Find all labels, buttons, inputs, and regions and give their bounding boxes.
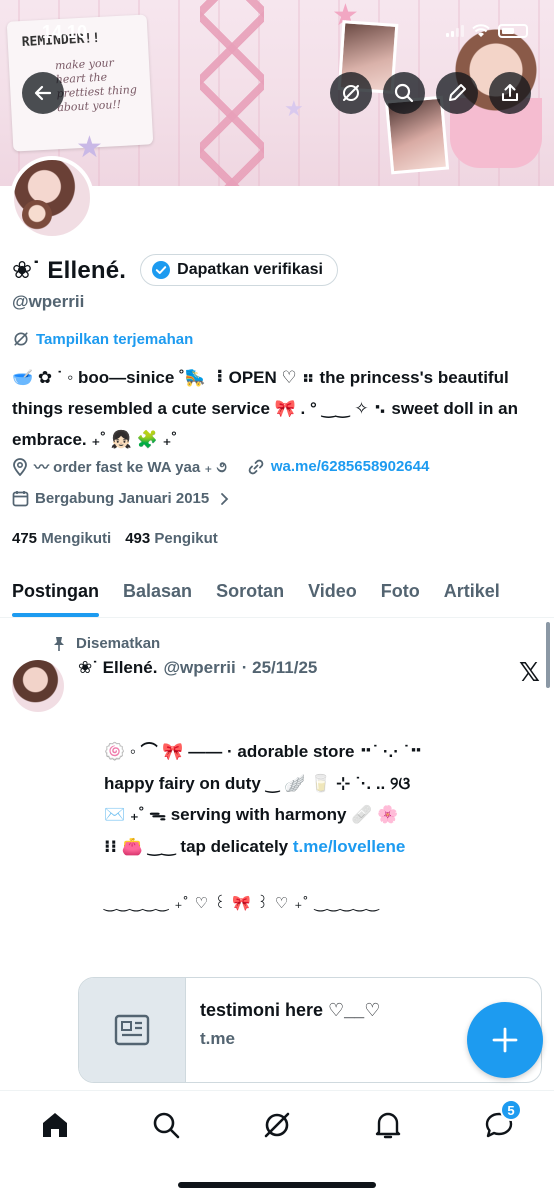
link-icon <box>248 459 264 474</box>
x-logo-icon: 𝕏 <box>519 658 540 688</box>
star-icon: ★ <box>284 96 304 121</box>
profile-name: ❀˙ Ellené. <box>12 256 127 284</box>
messages-badge: 5 <box>500 1099 522 1121</box>
plus-icon <box>492 1027 518 1053</box>
link-title: testimoni here ♡__♡ <box>200 1000 381 1020</box>
followers-count: 493 <box>125 530 151 547</box>
nav-home[interactable] <box>30 1107 80 1143</box>
grok-icon <box>14 332 28 346</box>
nav-search[interactable] <box>141 1107 191 1143</box>
translate-bio-link[interactable]: Tampilkan terjemahan <box>12 330 193 348</box>
pinned-indicator: Disematkan <box>52 635 160 652</box>
nav-grok[interactable] <box>252 1107 302 1143</box>
post-line: ⁝⁝ 👛 ‿‿ tap delicately t.me/lovellene <box>104 831 534 863</box>
search-icon <box>394 83 414 103</box>
grok-button[interactable] <box>330 72 372 114</box>
calendar-icon <box>12 491 29 507</box>
post-author-avatar[interactable] <box>12 660 64 712</box>
post-line: happy fairy on duty ‿ 🪽 🥛 ⊹ ˙·. .. ୨ଓ <box>104 773 411 793</box>
profile-avatar[interactable] <box>10 156 94 240</box>
profile-location: 〰 order fast ke WA yaa ₊ ૭ <box>12 456 227 477</box>
location-pin-icon <box>13 457 27 476</box>
link-text: testimoni here ♡__♡ t.me <box>186 978 380 1082</box>
post-line: 🍥 ◦ ⌒ 🎀 —— · adorable store ⠒˙ ·.· ˙⠒ <box>104 742 423 761</box>
following-count: 475 <box>12 530 38 547</box>
post-author-name[interactable]: ❀˙ Ellené. <box>78 658 157 678</box>
search-button[interactable] <box>383 72 425 114</box>
tab-highlights[interactable]: Sorotan <box>204 566 296 617</box>
post-divider-line: ‿‿‿‿‿ ₊˚ ♡ ꒰ 🎀 ꒱ ♡ ₊˚ ‿‿‿‿‿ <box>104 895 380 912</box>
post-telegram-link[interactable]: t.me/lovellene <box>293 837 405 856</box>
pinned-label: Disematkan <box>76 635 161 652</box>
post-line: ✉️ ₊˚ ᯓ serving with harmony 🩹 🌸 <box>104 805 399 824</box>
website-link[interactable]: wa.me/6285658902644 <box>271 458 429 475</box>
profile-meta-row: 〰 order fast ke WA yaa ₊ ૭ wa.me/6285658… <box>12 456 429 477</box>
notifications-icon <box>375 1112 401 1139</box>
grok-icon <box>343 85 359 101</box>
share-icon <box>502 84 518 101</box>
following-label: Mengikuti <box>41 530 112 547</box>
nav-notifications[interactable] <box>363 1107 413 1143</box>
verified-badge-icon <box>152 261 171 279</box>
link-domain: t.me <box>200 1029 235 1048</box>
profile-handle: @wperrii <box>12 292 85 311</box>
followers-stat[interactable]: 493 Pengikut <box>125 530 218 547</box>
post-author-handle[interactable]: @wperrii <box>163 658 235 678</box>
tab-photos[interactable]: Foto <box>369 566 432 617</box>
edit-button[interactable] <box>436 72 478 114</box>
back-icon <box>34 85 52 101</box>
profile-joined: Bergabung Januari 2015 <box>12 490 229 507</box>
status-time: 14.10 <box>42 22 88 42</box>
profile-joined-row[interactable]: Bergabung Januari 2015 <box>12 490 229 507</box>
chevron-right-icon <box>221 492 229 505</box>
scrollbar[interactable] <box>546 622 550 688</box>
joined-text: Bergabung Januari 2015 <box>35 490 210 507</box>
pin-icon <box>54 636 64 651</box>
wifi-icon <box>472 24 490 37</box>
home-indicator[interactable] <box>178 1182 376 1188</box>
search-icon <box>153 1112 180 1139</box>
tab-replies[interactable]: Balasan <box>111 566 204 617</box>
grok-icon <box>264 1112 290 1138</box>
avatar-sticker <box>22 200 52 230</box>
post-line-text: ⁝⁝ 👛 ‿‿ tap delicately <box>104 836 289 856</box>
share-button[interactable] <box>489 72 531 114</box>
status-icons <box>446 24 528 38</box>
post-date[interactable]: · 25/11/25 <box>242 658 318 678</box>
article-icon <box>114 1014 150 1046</box>
location-text: 〰 order fast ke WA yaa ₊ ૭ <box>34 459 227 476</box>
banner-note-body: make your heart the prettiest thing abou… <box>54 56 138 115</box>
link-thumbnail <box>79 978 186 1082</box>
post-text[interactable]: 🍥 ◦ ⌒ 🎀 —— · adorable store ⠒˙ ·.· ˙⠒ ha… <box>104 736 534 862</box>
followers-label: Pengikut <box>154 530 218 547</box>
battery-icon <box>498 24 528 38</box>
tab-articles[interactable]: Artikel <box>432 566 512 617</box>
profile-bio: 🥣 ✿ ˙ ◦ boo—sinice ˚🛼 ⠸ OPEN ♡ ⠶ the pri… <box>12 368 518 449</box>
profile-tabs: Postingan Balasan Sorotan Video Foto Art… <box>0 566 554 618</box>
compose-button[interactable] <box>467 1002 543 1078</box>
translate-label: Tampilkan terjemahan <box>36 330 194 348</box>
profile-website[interactable]: wa.me/6285658902644 <box>247 458 429 476</box>
back-button[interactable] <box>22 72 64 114</box>
tab-posts[interactable]: Postingan <box>0 566 111 617</box>
edit-icon <box>449 84 466 101</box>
get-verified-label: Dapatkan verifikasi <box>177 261 323 278</box>
nav-messages[interactable]: 5 <box>474 1099 524 1143</box>
following-stat[interactable]: 475 Mengikuti <box>12 530 111 547</box>
get-verified-button[interactable]: Dapatkan verifikasi <box>140 254 338 286</box>
profile-name-row: ❀˙ Ellené. Dapatkan verifikasi <box>12 254 338 286</box>
post-header: ❀˙ Ellené. @wperrii · 25/11/25 <box>78 658 317 678</box>
tab-video[interactable]: Video <box>296 566 369 617</box>
follow-stats: 475 Mengikuti 493 Pengikut <box>12 530 218 547</box>
star-icon: ★ <box>76 131 103 164</box>
home-icon <box>43 1113 67 1137</box>
banner-ribbon <box>200 0 264 186</box>
signal-icon <box>446 25 464 37</box>
